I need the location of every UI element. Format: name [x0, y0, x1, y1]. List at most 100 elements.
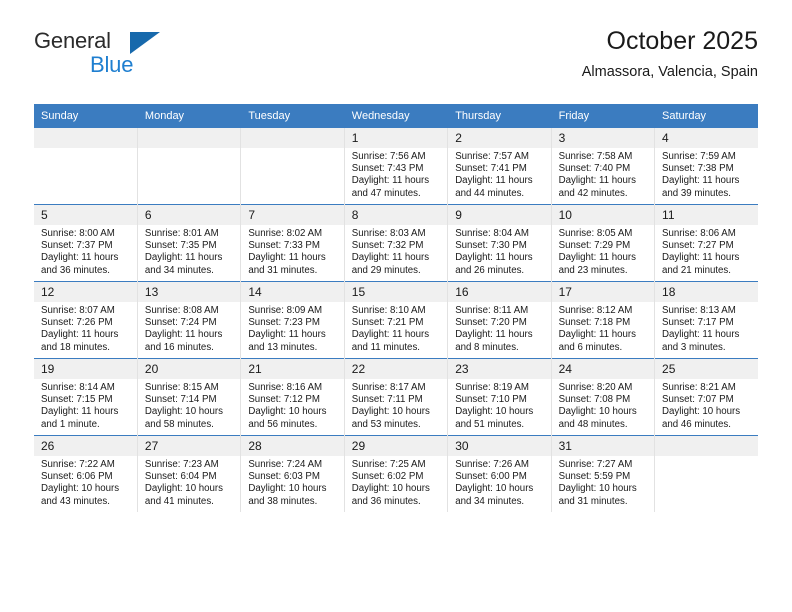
day-number: 19: [34, 359, 137, 379]
sunrise-time: Sunrise: 8:02 AM: [248, 228, 323, 239]
calendar-page: General Blue October 2025 Almassora, Val…: [0, 0, 792, 612]
daylight-duration-line1: Daylight: 11 hours: [248, 329, 326, 341]
calendar-day-cell[interactable]: 13 Sunrise: 8:08 AM Sunset: 7:24 PM Dayligh…: [137, 281, 242, 359]
daylight-duration-line1: Daylight: 10 hours: [144, 483, 224, 495]
calendar-day-cell[interactable]: 27 Sunrise: 7:23 AM Sunset: 6:04 PM Dayligh…: [137, 435, 242, 512]
daylight-duration-line2: and 26 minutes.: [455, 264, 525, 276]
sunset-time: Sunset: 7:37 PM: [41, 240, 113, 252]
sunrise-time: Sunrise: 8:05 AM: [558, 228, 633, 239]
calendar-day-cell[interactable]: 24 Sunrise: 8:20 AM Sunset: 7:08 PM Dayligh…: [551, 358, 656, 436]
sunrise-time: Sunrise: 7:57 AM: [455, 151, 529, 162]
calendar-day-cell[interactable]: 22 Sunrise: 8:17 AM Sunset: 7:11 PM Dayligh…: [344, 358, 449, 436]
sunrise-time: Sunrise: 8:07 AM: [41, 305, 115, 316]
daylight-duration-line1: Daylight: 10 hours: [41, 483, 120, 495]
day-details: Sunrise: 8:17 AM Sunset: 7:11 PM Daylight:…: [345, 379, 447, 431]
day-number: 8: [344, 205, 448, 225]
daylight-duration-line1: Daylight: 11 hours: [144, 329, 223, 341]
calendar-day-cell[interactable]: 29 Sunrise: 7:25 AM Sunset: 6:02 PM Dayligh…: [344, 435, 449, 512]
sunrise-time: Sunrise: 8:13 AM: [662, 305, 736, 316]
day-number: 31: [551, 436, 655, 456]
sunset-time: Sunset: 6:03 PM: [248, 471, 320, 483]
sunset-time: Sunset: 7:32 PM: [351, 240, 424, 252]
daylight-duration-line1: Daylight: 11 hours: [351, 175, 430, 187]
day-number: 4: [655, 128, 758, 148]
sunset-time: Sunset: 6:04 PM: [144, 471, 217, 483]
daylight-duration-line1: Daylight: 10 hours: [351, 483, 430, 495]
calendar-day-cell[interactable]: 16 Sunrise: 8:11 AM Sunset: 7:20 PM Dayligh…: [447, 281, 552, 359]
daylight-duration-line2: and 42 minutes.: [558, 187, 628, 199]
day-details: Sunrise: 8:07 AM Sunset: 7:26 PM Daylight:…: [34, 302, 137, 354]
day-details: Sunrise: 8:02 AM Sunset: 7:33 PM Daylight:…: [241, 225, 343, 277]
day-number: 24: [551, 359, 655, 379]
day-details: Sunrise: 7:26 AM Sunset: 6:00 PM Daylight:…: [448, 456, 550, 508]
day-number: 16: [448, 282, 551, 302]
calendar-day-cell[interactable]: 11 Sunrise: 8:06 AM Sunset: 7:27 PM Dayligh…: [654, 204, 758, 282]
daylight-duration-line2: and 53 minutes.: [351, 418, 421, 430]
calendar-day-cell[interactable]: 8 Sunrise: 8:03 AM Sunset: 7:32 PM Daylight…: [344, 204, 449, 282]
sunset-time: Sunset: 7:43 PM: [351, 163, 424, 175]
sunset-time: Sunset: 6:00 PM: [455, 471, 527, 483]
daylight-duration-line2: and 36 minutes.: [41, 264, 110, 276]
daylight-duration-line2: and 21 minutes.: [662, 264, 731, 276]
calendar-day-cell[interactable]: 2 Sunrise: 7:57 AM Sunset: 7:41 PM Daylight…: [447, 127, 552, 205]
day-number: 20: [137, 359, 241, 379]
sunrise-time: Sunrise: 8:06 AM: [662, 228, 736, 239]
daylight-duration-line1: Daylight: 10 hours: [248, 406, 327, 418]
sunrise-sunset-calendar: Sunday Monday Tuesday Wednesday Thursday…: [34, 104, 758, 512]
calendar-day-cell[interactable]: 4 Sunrise: 7:59 AM Sunset: 7:38 PM Daylight…: [654, 127, 758, 205]
day-details: Sunrise: 8:01 AM Sunset: 7:35 PM Daylight:…: [138, 225, 240, 277]
calendar-day-cell[interactable]: 20 Sunrise: 8:15 AM Sunset: 7:14 PM Dayligh…: [137, 358, 242, 436]
calendar-day-cell[interactable]: 18 Sunrise: 8:13 AM Sunset: 7:17 PM Dayligh…: [654, 281, 758, 359]
sunrise-time: Sunrise: 7:58 AM: [558, 151, 633, 162]
calendar-day-cell[interactable]: 25 Sunrise: 8:21 AM Sunset: 7:07 PM Dayligh…: [654, 358, 758, 436]
calendar-day-cell[interactable]: 28 Sunrise: 7:24 AM Sunset: 6:03 PM Dayligh…: [240, 435, 345, 512]
weekday-header-friday: Friday: [551, 104, 656, 128]
daylight-duration-line2: and 16 minutes.: [144, 341, 214, 353]
day-number: 28: [241, 436, 344, 456]
calendar-day-cell[interactable]: 21 Sunrise: 8:16 AM Sunset: 7:12 PM Dayligh…: [240, 358, 345, 436]
sunrise-time: Sunrise: 8:03 AM: [351, 228, 426, 239]
sunset-time: Sunset: 6:06 PM: [41, 471, 113, 483]
sunrise-time: Sunrise: 8:09 AM: [248, 305, 323, 316]
day-details: Sunrise: 8:05 AM Sunset: 7:29 PM Daylight:…: [552, 225, 654, 277]
sunrise-time: Sunrise: 8:10 AM: [351, 305, 426, 316]
calendar-day-cell[interactable]: 30 Sunrise: 7:26 AM Sunset: 6:00 PM Dayligh…: [447, 435, 552, 512]
day-details: Sunrise: 7:27 AM Sunset: 5:59 PM Daylight:…: [552, 456, 654, 508]
daylight-duration-line2: and 43 minutes.: [41, 495, 110, 507]
calendar-day-cell[interactable]: 19 Sunrise: 8:14 AM Sunset: 7:15 PM Dayligh…: [34, 358, 138, 436]
calendar-day-cell[interactable]: 12 Sunrise: 8:07 AM Sunset: 7:26 PM Dayligh…: [34, 281, 138, 359]
calendar-day-cell[interactable]: 9 Sunrise: 8:04 AM Sunset: 7:30 PM Daylight…: [447, 204, 552, 282]
day-number: 27: [137, 436, 241, 456]
day-details: Sunrise: 8:19 AM Sunset: 7:10 PM Daylight:…: [448, 379, 550, 431]
day-details: Sunrise: 8:10 AM Sunset: 7:21 PM Daylight:…: [345, 302, 447, 354]
daylight-duration-line1: Daylight: 10 hours: [558, 406, 637, 418]
title-block: October 2025 Almassora, Valencia, Spain: [582, 26, 758, 82]
calendar-day-cell[interactable]: 14 Sunrise: 8:09 AM Sunset: 7:23 PM Dayligh…: [240, 281, 345, 359]
daylight-duration-line2: and 31 minutes.: [248, 264, 318, 276]
calendar-day-cell[interactable]: 3 Sunrise: 7:58 AM Sunset: 7:40 PM Daylight…: [551, 127, 656, 205]
day-details: Sunrise: 8:21 AM Sunset: 7:07 PM Daylight:…: [655, 379, 758, 431]
calendar-day-cell[interactable]: 17 Sunrise: 8:12 AM Sunset: 7:18 PM Dayligh…: [551, 281, 656, 359]
day-details: Sunrise: 7:25 AM Sunset: 6:02 PM Daylight:…: [345, 456, 447, 508]
calendar-day-cell[interactable]: 23 Sunrise: 8:19 AM Sunset: 7:10 PM Dayligh…: [447, 358, 552, 436]
day-number: 15: [344, 282, 448, 302]
sunrise-time: Sunrise: 8:04 AM: [455, 228, 529, 239]
calendar-day-cell[interactable]: 7 Sunrise: 8:02 AM Sunset: 7:33 PM Daylight…: [240, 204, 345, 282]
calendar-day-cell[interactable]: 6 Sunrise: 8:01 AM Sunset: 7:35 PM Daylight…: [137, 204, 242, 282]
calendar-day-cell[interactable]: 5 Sunrise: 8:00 AM Sunset: 7:37 PM Daylight…: [34, 204, 138, 282]
calendar-day-cell[interactable]: 15 Sunrise: 8:10 AM Sunset: 7:21 PM Dayligh…: [344, 281, 449, 359]
daylight-duration-line1: Daylight: 11 hours: [455, 175, 533, 187]
day-details: Sunrise: 8:16 AM Sunset: 7:12 PM Daylight:…: [241, 379, 343, 431]
generalblue-logo[interactable]: General Blue: [34, 26, 214, 86]
daylight-duration-line2: and 46 minutes.: [662, 418, 731, 430]
day-number: 14: [241, 282, 344, 302]
calendar-day-cell[interactable]: 10 Sunrise: 8:05 AM Sunset: 7:29 PM Dayligh…: [551, 204, 656, 282]
calendar-day-cell[interactable]: 1 Sunrise: 7:56 AM Sunset: 7:43 PM Daylight…: [344, 127, 449, 205]
day-details: Sunrise: 8:15 AM Sunset: 7:14 PM Daylight:…: [138, 379, 240, 431]
daylight-duration-line2: and 47 minutes.: [351, 187, 421, 199]
calendar-day-cell[interactable]: 26 Sunrise: 7:22 AM Sunset: 6:06 PM Dayligh…: [34, 435, 138, 512]
day-number: 11: [655, 205, 758, 225]
day-number: 21: [241, 359, 344, 379]
day-details: Sunrise: 7:24 AM Sunset: 6:03 PM Daylight:…: [241, 456, 343, 508]
calendar-day-cell[interactable]: 31 Sunrise: 7:27 AM Sunset: 5:59 PM Dayligh…: [551, 435, 656, 512]
